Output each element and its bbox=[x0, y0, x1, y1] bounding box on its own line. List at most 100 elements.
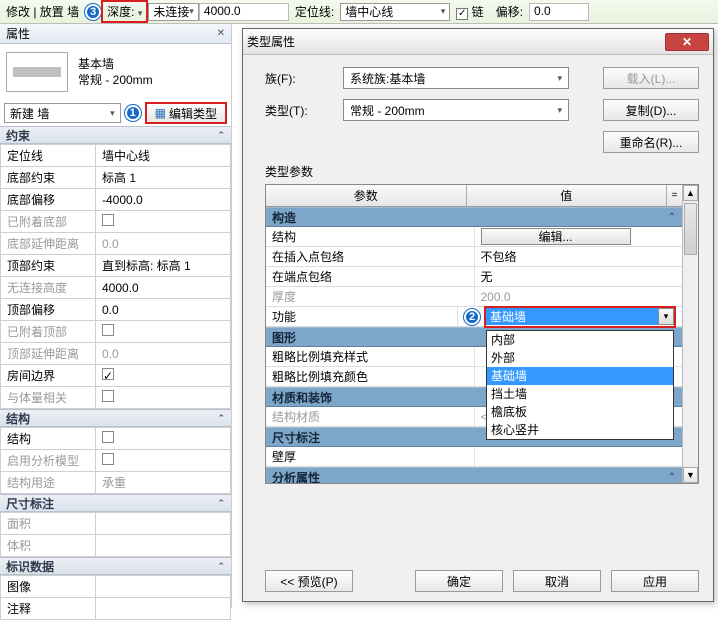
identity-table: 图像 注释 bbox=[0, 575, 231, 620]
edit-type-label: 编辑类型 bbox=[169, 105, 217, 122]
badge-3: 3 bbox=[85, 4, 101, 20]
prop-row[interactable]: 房间边界✓ bbox=[1, 365, 231, 387]
prop-row: 与体量相关 bbox=[1, 387, 231, 409]
section-constraints[interactable]: 约束 ⌃ bbox=[0, 126, 231, 144]
function-value: 基础墙 bbox=[486, 308, 658, 325]
preview-button[interactable]: << 预览(P) bbox=[265, 570, 353, 592]
chevron-down-icon: ▾ bbox=[557, 105, 562, 116]
dialog-footer: << 预览(P) 确定 取消 应用 bbox=[243, 561, 713, 601]
type-row: 类型(T): 常规 - 200mm▾ 复制(D)... bbox=[265, 99, 699, 121]
vertical-scrollbar[interactable]: ▲ ▼ bbox=[682, 185, 698, 483]
param-row-function[interactable]: 功能 2 基础墙 ▾ 内部 外部 基础墙 挡土墙 檐底板 bbox=[266, 307, 682, 327]
function-option[interactable]: 基础墙 bbox=[487, 367, 673, 385]
function-option[interactable]: 挡土墙 bbox=[487, 385, 673, 403]
prop-row[interactable]: 定位线墙中心线 bbox=[1, 145, 231, 167]
instance-filter-dropdown[interactable]: 新建 墙 ▾ bbox=[4, 103, 121, 123]
prop-row[interactable]: 底部偏移-4000.0 bbox=[1, 189, 231, 211]
scroll-track[interactable] bbox=[683, 201, 698, 467]
function-option[interactable]: 核心竖井 bbox=[487, 421, 673, 439]
close-button[interactable]: ✕ bbox=[665, 33, 709, 51]
prop-row[interactable]: 注释 bbox=[1, 598, 231, 620]
chevron-down-icon: ▾ bbox=[110, 108, 115, 119]
type-selector[interactable]: 基本墙 常规 - 200mm bbox=[0, 44, 231, 100]
collapse-icon: ⌃ bbox=[217, 498, 225, 509]
offset-label: 偏移: bbox=[490, 3, 529, 20]
scroll-down-icon[interactable]: ▼ bbox=[683, 467, 698, 483]
prop-row[interactable]: 底部约束标高 1 bbox=[1, 167, 231, 189]
dialog-body: 族(F): 系统族:基本墙▾ 载入(L)... 类型(T): 常规 - 200m… bbox=[243, 55, 713, 561]
section-label: 约束 bbox=[6, 127, 30, 144]
properties-panel: 属性 ✕ 基本墙 常规 - 200mm 新建 墙▾ 1 ▦ 编辑类型 约束⌃ 定… bbox=[0, 24, 232, 608]
section-label: 结构 bbox=[6, 410, 30, 427]
function-option[interactable]: 内部 bbox=[487, 331, 673, 349]
rename-button[interactable]: 重命名(R)... bbox=[603, 131, 699, 153]
load-button: 载入(L)... bbox=[603, 67, 699, 89]
family-row: 族(F): 系统族:基本墙▾ 载入(L)... bbox=[265, 67, 699, 89]
chevron-down-icon[interactable]: ▾ bbox=[658, 308, 674, 325]
depth-label: 深度: bbox=[107, 5, 134, 19]
prop-row[interactable]: 结构 bbox=[1, 428, 231, 450]
chevron-down-icon[interactable]: ▾ bbox=[138, 8, 143, 18]
duplicate-button[interactable]: 复制(D)... bbox=[603, 99, 699, 121]
prop-row[interactable]: 图像 bbox=[1, 576, 231, 598]
structural-table: 结构 启用分析模型 结构用途承重 bbox=[0, 427, 231, 494]
close-icon[interactable]: ✕ bbox=[217, 28, 225, 39]
prop-row: 底部延伸距离0.0 bbox=[1, 233, 231, 255]
offset-input[interactable]: 0.0 bbox=[529, 3, 589, 21]
prop-row[interactable]: 顶部偏移0.0 bbox=[1, 299, 231, 321]
chain-wrap: ✓ 链 bbox=[450, 3, 489, 20]
param-row[interactable]: 结构编辑... bbox=[266, 227, 682, 247]
function-option[interactable]: 檐底板 bbox=[487, 403, 673, 421]
cancel-button[interactable]: 取消 bbox=[513, 570, 601, 592]
cat-analytical[interactable]: 分析属性⌃ bbox=[266, 467, 682, 483]
checkbox bbox=[102, 390, 114, 402]
prop-row: 启用分析模型 bbox=[1, 450, 231, 472]
col-equals[interactable]: = bbox=[666, 185, 682, 206]
type-params-label: 类型参数 bbox=[265, 163, 699, 180]
param-row[interactable]: 壁厚 bbox=[266, 447, 682, 467]
section-identity[interactable]: 标识数据⌃ bbox=[0, 557, 231, 575]
section-structural[interactable]: 结构⌃ bbox=[0, 409, 231, 427]
prop-row[interactable]: 顶部约束直到标高: 标高 1 bbox=[1, 255, 231, 277]
cat-construction[interactable]: 构造⌃ bbox=[266, 207, 682, 227]
locate-line-value: 墙中心线 bbox=[345, 3, 393, 20]
grid-content: 参数 值 = 构造⌃ 结构编辑... 在插入点包络不包络 在端点包络无 厚度20… bbox=[266, 185, 682, 483]
ok-button[interactable]: 确定 bbox=[415, 570, 503, 592]
instance-filter-label: 新建 墙 bbox=[10, 105, 49, 122]
apply-button[interactable]: 应用 bbox=[611, 570, 699, 592]
context-label: 修改 | 放置 墙 bbox=[0, 3, 85, 20]
section-dimensions[interactable]: 尺寸标注⌃ bbox=[0, 494, 231, 512]
prop-row: 结构用途承重 bbox=[1, 472, 231, 494]
height-input[interactable]: 4000.0 bbox=[199, 3, 289, 21]
collapse-icon: ⌃ bbox=[217, 130, 225, 141]
checkbox[interactable]: ✓ bbox=[102, 368, 114, 380]
checkbox bbox=[102, 324, 114, 336]
function-dropdown[interactable]: 基础墙 ▾ 内部 外部 基础墙 挡土墙 檐底板 核心竖井 bbox=[484, 306, 676, 328]
scroll-thumb[interactable] bbox=[684, 203, 697, 255]
badge-2: 2 bbox=[464, 309, 480, 325]
param-row[interactable]: 在插入点包络不包络 bbox=[266, 247, 682, 267]
edit-type-button[interactable]: ▦ 编辑类型 bbox=[145, 102, 227, 124]
locate-line-dropdown[interactable]: 墙中心线▾ bbox=[340, 3, 450, 21]
edit-structure-button[interactable]: 编辑... bbox=[481, 228, 631, 245]
dialog-titlebar[interactable]: 类型属性 ✕ bbox=[243, 29, 713, 55]
depth-constraint-value: 未连接 bbox=[153, 3, 189, 20]
type-dropdown[interactable]: 常规 - 200mm▾ bbox=[343, 99, 569, 121]
checkbox[interactable] bbox=[102, 431, 114, 443]
depth-constraint-dropdown[interactable]: 未连接▾ bbox=[148, 3, 199, 21]
constraints-table: 定位线墙中心线 底部约束标高 1 底部偏移-4000.0 已附着底部 底部延伸距… bbox=[0, 144, 231, 409]
type-family-name: 基本墙 bbox=[78, 56, 153, 72]
param-row[interactable]: 在端点包络无 bbox=[266, 267, 682, 287]
locate-label: 定位线: bbox=[289, 3, 340, 20]
col-value[interactable]: 值 bbox=[467, 185, 667, 206]
family-dropdown[interactable]: 系统族:基本墙▾ bbox=[343, 67, 569, 89]
chain-checkbox[interactable]: ✓ bbox=[456, 8, 468, 20]
chain-label: 链 bbox=[472, 5, 484, 19]
function-option[interactable]: 外部 bbox=[487, 349, 673, 367]
col-param[interactable]: 参数 bbox=[266, 185, 467, 206]
cat-label: 分析属性 bbox=[272, 469, 320, 484]
prop-row: 体积 bbox=[1, 535, 231, 557]
dimensions-table: 面积 体积 bbox=[0, 512, 231, 557]
badge-1: 1 bbox=[125, 105, 141, 121]
scroll-up-icon[interactable]: ▲ bbox=[683, 185, 698, 201]
